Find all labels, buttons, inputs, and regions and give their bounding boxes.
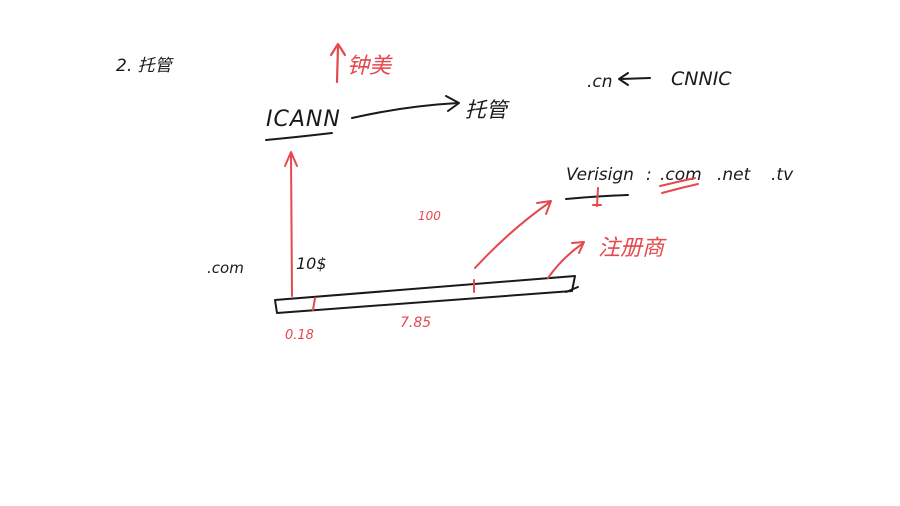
cnnic-to-cn-arrow-shaft <box>619 77 651 80</box>
registrar-label: 注册商 <box>598 236 667 261</box>
red-up-label: 钟美 <box>347 54 393 79</box>
cn-label: .cn <box>587 72 613 92</box>
price-7-85-label: 7.85 <box>400 315 431 331</box>
left-com-label: .com <box>207 259 244 277</box>
icann-label: ICANN <box>266 107 341 132</box>
dot-tv-label: .tv <box>771 165 794 185</box>
cnnic-label: CNNIC <box>671 68 732 90</box>
icann-to-hosting-arrow-shaft <box>351 102 459 119</box>
icann-underline <box>265 132 333 141</box>
whiteboard: 2. 托管 ICANN 托管 .cn CNNIC Verisign : .com… <box>0 0 900 506</box>
heading-text: 2. 托管 <box>116 56 175 76</box>
hosting-target-label: 托管 <box>465 98 510 122</box>
dot-com-underline-2 <box>661 183 699 194</box>
bar-to-icann-arrow-shaft <box>290 153 293 297</box>
bar-tick-0-18 <box>312 297 316 311</box>
bar-to-registrar-arrow-shaft <box>547 243 583 279</box>
whiteboard-canvas: 2. 托管 ICANN 托管 .cn CNNIC Verisign : .com… <box>116 42 794 343</box>
dot-net-label: .net <box>717 165 752 185</box>
price-100-label: 100 <box>418 209 441 223</box>
red-up-arrow-shaft <box>335 44 340 84</box>
colon-mark: : <box>646 165 652 185</box>
price-10-label: 10$ <box>296 254 327 273</box>
bar-to-verisign-arrow-shaft <box>474 201 551 269</box>
price-bar <box>274 275 576 314</box>
price-0-18-label: 0.18 <box>285 328 314 343</box>
verisign-label: Verisign <box>566 165 634 185</box>
